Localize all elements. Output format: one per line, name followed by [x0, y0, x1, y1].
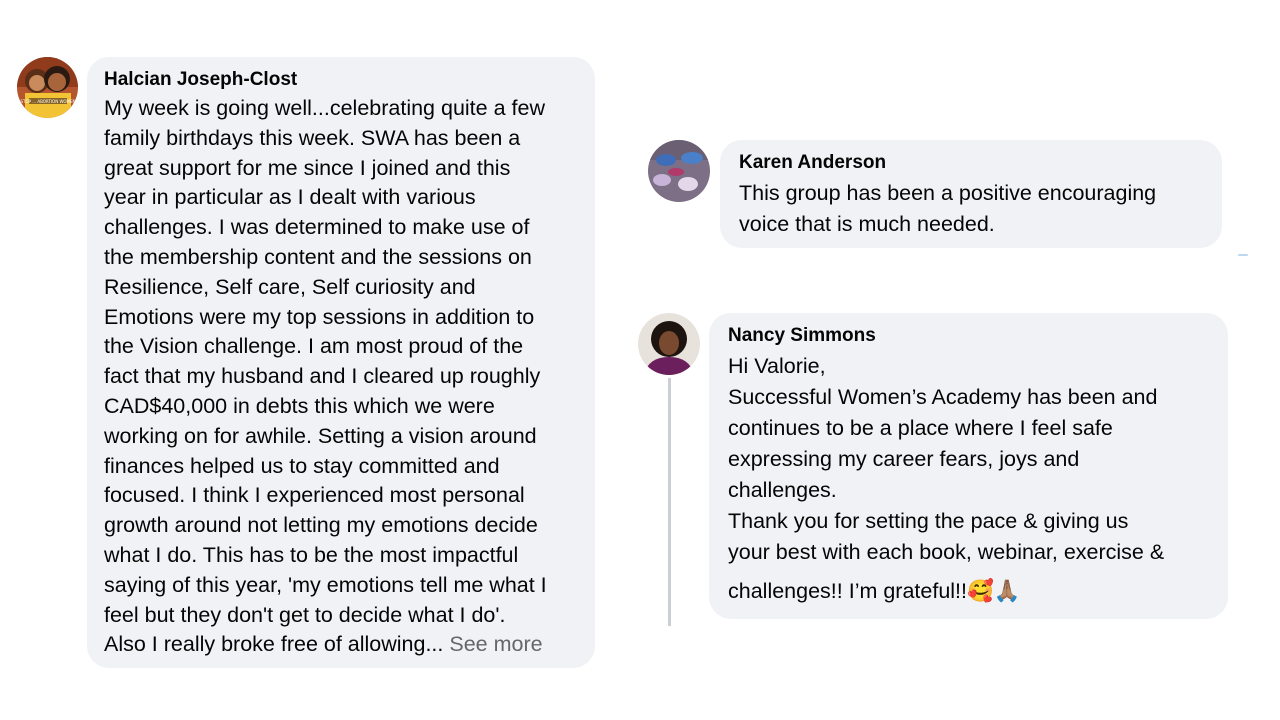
- comment-line: feel but they don't get to decide what I…: [104, 602, 506, 627]
- comment-bubble: Halcian Joseph-Clost My week is going we…: [87, 57, 595, 668]
- comment-line: Thank you for setting the pace & giving …: [728, 509, 1129, 533]
- comment-line: the membership content and the sessions …: [104, 244, 532, 269]
- comment-line: challenges. I was determined to make use…: [104, 215, 530, 240]
- comment-text: Hi Valorie, Successful Women’s Academy h…: [728, 351, 1228, 607]
- avatar-karen[interactable]: [648, 140, 710, 202]
- comment-line: challenges!! I’m grateful!!🥰🙏🏽: [728, 579, 1021, 603]
- comment-line: growth around not letting my emotions de…: [104, 513, 538, 538]
- comment-line: family birthdays this week. SWA has been…: [104, 125, 521, 150]
- comment-line: CAD$40,000 in debts this which we were: [104, 393, 495, 418]
- comments-screenshot: STOP ... ABORTION WOMEN Halcian Joseph-C…: [0, 0, 1280, 720]
- comment-text: This group has been a positive encouragi…: [739, 178, 1222, 240]
- comment-line: Successful Women’s Academy has been and: [728, 385, 1158, 409]
- profile-photo-icon: [648, 140, 710, 202]
- avatar-halcian[interactable]: STOP ... ABORTION WOMEN: [17, 57, 78, 118]
- profile-photo-icon: [638, 313, 700, 375]
- comment-line: saying of this year, 'my emotions tell m…: [104, 572, 547, 597]
- comment-text: My week is going well...celebrating quit…: [104, 94, 595, 660]
- comment-bubble: Karen Anderson This group has been a pos…: [720, 140, 1222, 248]
- comment-line: your best with each book, webinar, exerc…: [728, 540, 1165, 564]
- comment-line: This group has been a positive encouragi…: [739, 181, 1157, 205]
- comment-author[interactable]: Nancy Simmons: [728, 324, 1228, 348]
- see-more-link[interactable]: See more: [449, 632, 542, 656]
- comment-author[interactable]: Halcian Joseph-Clost: [104, 68, 595, 92]
- comment-line: My week is going well...celebrating quit…: [104, 96, 545, 120]
- comment-line: working on for awhile. Setting a vision …: [104, 423, 537, 448]
- reply-thread-line: [668, 378, 671, 626]
- comment-line: great support for me since I joined and …: [104, 155, 511, 180]
- comment-line: voice that is much needed.: [739, 212, 995, 236]
- comment-line: Resilience, Self care, Self curiosity an…: [104, 274, 476, 299]
- avatar-caption: STOP ... ABORTION WOMEN: [20, 99, 75, 104]
- comment-line: fact that my husband and I cleared up ro…: [104, 364, 541, 389]
- comment-line: what I do. This has to be the most impac…: [104, 542, 519, 567]
- comment-line: the Vision challenge. I am most proud of…: [104, 334, 524, 359]
- comment-line: continues to be a place where I feel saf…: [728, 416, 1113, 440]
- comment-bubble: Nancy Simmons Hi Valorie, Successful Wom…: [709, 313, 1228, 619]
- comment-line: finances helped us to stay committed and: [104, 453, 500, 478]
- comment-line: Hi Valorie,: [728, 354, 826, 378]
- truncated-text: Also I really broke free of allowing...: [104, 632, 444, 657]
- comment-line: year in particular as I dealt with vario…: [104, 185, 476, 210]
- comment-line: focused. I think I experienced most pers…: [104, 483, 525, 508]
- comment-author[interactable]: Karen Anderson: [739, 151, 1222, 175]
- comment-line: expressing my career fears, joys and: [728, 447, 1080, 471]
- avatar-nancy[interactable]: [638, 313, 700, 375]
- comment-line: challenges.: [728, 478, 837, 502]
- comment-line: Emotions were my top sessions in additio…: [104, 304, 535, 329]
- comment-line-truncated: Also I really broke free of allowing... …: [104, 630, 595, 660]
- divider: [1238, 254, 1248, 256]
- profile-photo-icon: STOP ... ABORTION WOMEN: [17, 57, 78, 118]
